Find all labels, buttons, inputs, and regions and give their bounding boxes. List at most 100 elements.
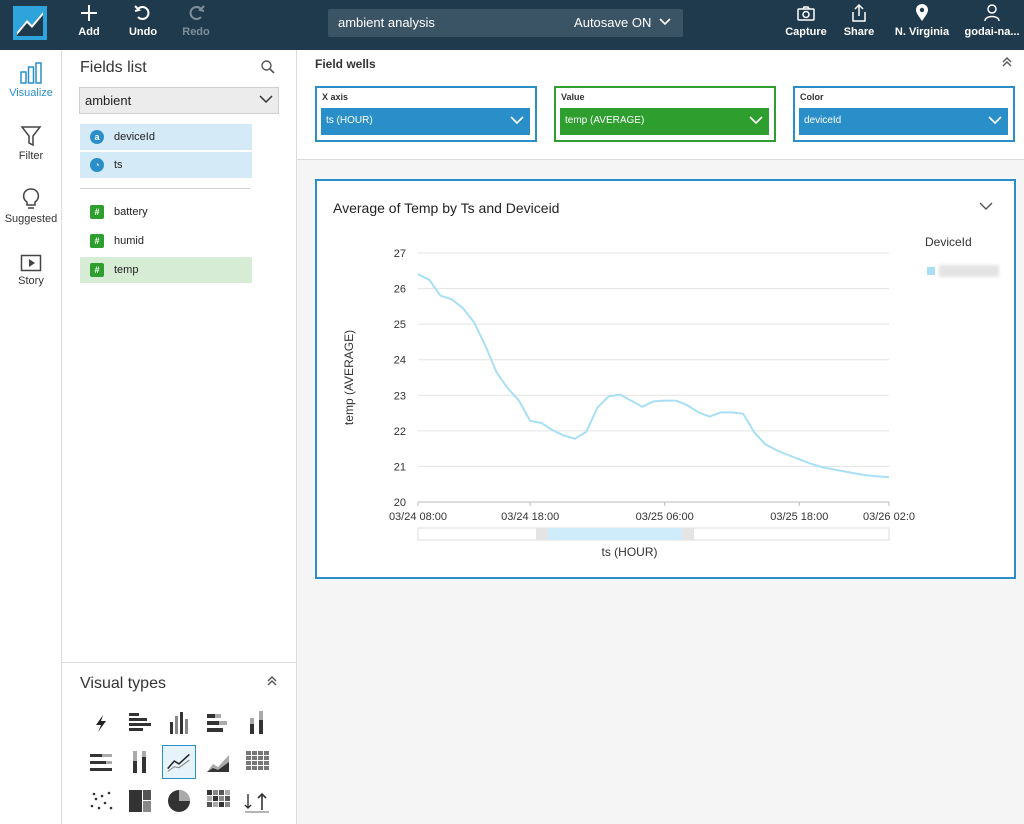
- field-name: deviceId: [114, 131, 155, 143]
- autograph-icon[interactable]: [84, 706, 118, 740]
- tree-map-icon[interactable]: [123, 784, 157, 818]
- autosave-toggle[interactable]: Autosave ON: [574, 15, 671, 30]
- x-tick-label: 03/24 18:00: [501, 511, 559, 523]
- legend-title: DeviceId: [925, 235, 972, 249]
- pivot-table-icon[interactable]: [240, 745, 274, 779]
- y-tick-label: 20: [394, 497, 406, 509]
- x-range-scrollbar-right-handle: [682, 528, 694, 540]
- value-field-pill[interactable]: temp (AVERAGE): [560, 108, 769, 135]
- rail-suggested-label: Suggested: [4, 213, 58, 225]
- x-axis-label: ts (HOUR): [602, 545, 658, 559]
- plus-icon: [74, 4, 104, 26]
- analysis-name-field[interactable]: ambient analysis Autosave ON: [328, 9, 683, 37]
- scatter-plot-icon[interactable]: [84, 784, 118, 818]
- color-field-pill[interactable]: deviceId: [799, 108, 1008, 135]
- share-icon: [842, 3, 876, 26]
- field-name: temp: [114, 264, 139, 276]
- field-item-battery[interactable]: # battery: [80, 199, 252, 225]
- horizontal-bar-icon[interactable]: [123, 706, 157, 740]
- x-axis-well-label: X axis: [322, 92, 349, 102]
- analysis-name[interactable]: ambient analysis: [338, 15, 435, 30]
- line-chart-icon[interactable]: [162, 745, 196, 779]
- x-tick-label: 03/25 18:00: [770, 511, 828, 523]
- pie-chart-icon[interactable]: [162, 784, 196, 818]
- field-wells-title: Field wells: [315, 57, 376, 71]
- rail-story[interactable]: Story: [0, 254, 62, 287]
- rail-filter[interactable]: Filter: [0, 125, 62, 162]
- area-chart-icon[interactable]: [201, 745, 235, 779]
- x-axis-field-value: ts (HOUR): [326, 115, 373, 126]
- legend-label-redacted: [939, 265, 999, 277]
- x-tick-label: 03/26 02:0: [863, 511, 915, 523]
- rail-story-label: Story: [18, 275, 44, 287]
- bar-chart-icon: [20, 62, 42, 84]
- value-well: Value temp (AVERAGE): [554, 86, 776, 142]
- add-button[interactable]: Add: [74, 4, 104, 46]
- redo-label: Redo: [182, 26, 210, 38]
- search-icon[interactable]: [261, 60, 275, 79]
- user-icon: [962, 4, 1022, 26]
- x-axis-field-pill[interactable]: ts (HOUR): [321, 108, 530, 135]
- x-axis-well: X axis ts (HOUR): [315, 86, 537, 142]
- y-tick-label: 25: [394, 319, 406, 331]
- horizontal-percent-bar-icon[interactable]: [84, 745, 118, 779]
- vertical-bar-icon[interactable]: [162, 706, 196, 740]
- redo-icon: [180, 4, 212, 26]
- string-type-icon: a: [90, 130, 104, 144]
- collapse-up-icon[interactable]: [266, 675, 278, 690]
- autosave-label: Autosave ON: [574, 15, 652, 30]
- dataset-select[interactable]: ambient: [79, 87, 279, 114]
- visual-types-panel: Visual types: [62, 662, 297, 824]
- field-item-deviceid[interactable]: a deviceId: [80, 124, 252, 150]
- capture-label: Capture: [785, 26, 827, 38]
- collapse-up-icon[interactable]: [1001, 56, 1013, 71]
- share-label: Share: [843, 26, 875, 38]
- series-line: [417, 273, 890, 479]
- y-tick-label: 27: [394, 248, 406, 260]
- value-field-value: temp (AVERAGE): [565, 115, 645, 126]
- location-pin-icon: [894, 4, 950, 26]
- vertical-percent-bar-icon[interactable]: [123, 745, 157, 779]
- undo-icon: [126, 4, 160, 26]
- fields-list-panel: Fields list ambient a deviceId ◔ ts # ba…: [62, 50, 297, 662]
- heat-map-icon[interactable]: [201, 784, 235, 818]
- field-item-ts[interactable]: ◔ ts: [80, 152, 252, 178]
- fields-divider[interactable]: [80, 188, 250, 189]
- line-chart-visual[interactable]: Average of Temp by Ts and Deviceid 20 21 2…: [315, 179, 1016, 579]
- kpi-icon[interactable]: [240, 784, 274, 818]
- chevron-down-icon: [510, 116, 524, 125]
- y-tick-label: 21: [394, 461, 406, 473]
- field-name: battery: [114, 206, 148, 218]
- number-type-icon: #: [90, 205, 104, 219]
- field-wells-panel: Field wells X axis ts (HOUR) Value temp …: [297, 50, 1024, 160]
- y-tick-label: 23: [394, 390, 406, 402]
- color-well-label: Color: [800, 92, 824, 102]
- rail-suggested[interactable]: Suggested: [0, 188, 62, 225]
- chevron-down-icon: [259, 95, 273, 104]
- undo-button[interactable]: Undo: [126, 4, 160, 46]
- field-name: ts: [114, 159, 123, 171]
- capture-button[interactable]: Capture: [784, 4, 828, 46]
- color-field-value: deviceId: [804, 115, 842, 126]
- vertical-stacked-bar-icon[interactable]: [240, 706, 274, 740]
- story-play-icon: [20, 254, 42, 272]
- share-button[interactable]: Share: [842, 3, 876, 46]
- left-nav-rail: Visualize Filter Suggested Story: [0, 50, 62, 824]
- chevron-down-icon: [749, 116, 763, 125]
- top-bar: Add Undo Redo ambient analysis Autosave …: [0, 0, 1024, 50]
- legend-swatch: [927, 267, 935, 275]
- quicksight-logo-icon[interactable]: [13, 6, 47, 40]
- user-menu[interactable]: godai-na...: [962, 4, 1022, 46]
- field-item-humid[interactable]: # humid: [80, 228, 252, 254]
- rail-filter-label: Filter: [18, 150, 44, 162]
- number-type-icon: #: [90, 234, 104, 248]
- rail-visualize[interactable]: Visualize: [0, 62, 62, 99]
- y-axis-label: temp (AVERAGE): [342, 330, 356, 425]
- horizontal-stacked-bar-icon[interactable]: [201, 706, 235, 740]
- redo-button[interactable]: Redo: [180, 4, 212, 46]
- field-item-temp[interactable]: # temp: [80, 257, 252, 283]
- value-well-label: Value: [561, 92, 585, 102]
- region-selector[interactable]: N. Virginia: [894, 4, 950, 46]
- chevron-down-icon: [659, 18, 671, 26]
- y-tick-label: 22: [394, 426, 406, 438]
